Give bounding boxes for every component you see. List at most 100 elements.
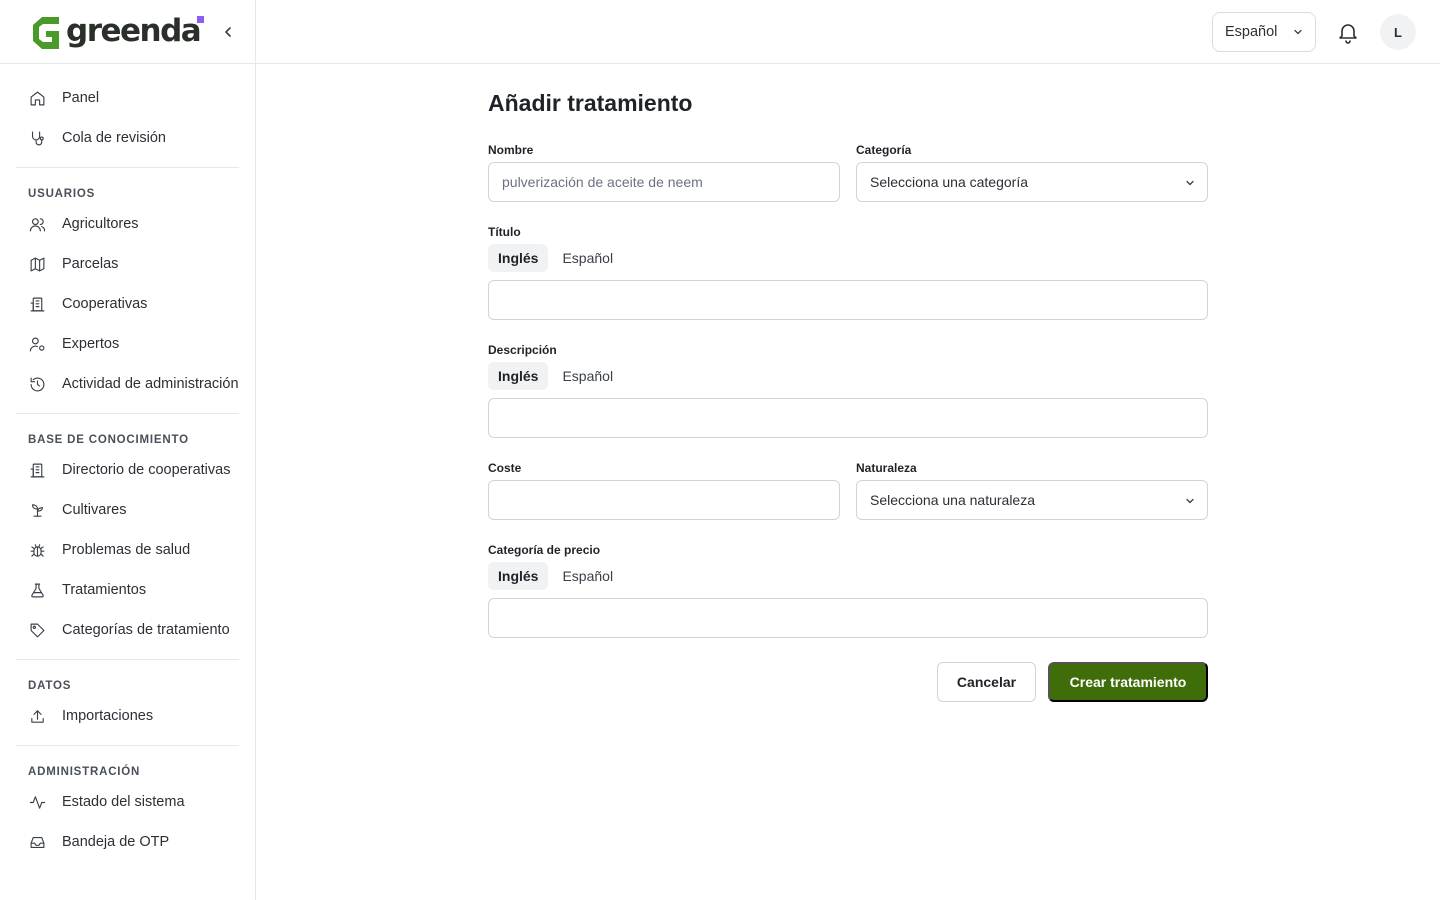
collapse-sidebar-button[interactable]: [218, 22, 238, 42]
cancel-button[interactable]: Cancelar: [937, 662, 1036, 702]
nature-label: Naturaleza: [856, 461, 917, 475]
nav-group-title: ADMINISTRACIÓN: [28, 766, 141, 778]
nav-group-title: USUARIOS: [28, 188, 96, 200]
sprout-icon: [28, 501, 46, 519]
tab-spanish[interactable]: Español: [552, 244, 623, 272]
tab-spanish[interactable]: Español: [552, 562, 623, 590]
sidebar-item-label: Problemas de salud: [62, 542, 191, 558]
name-label: Nombre: [488, 143, 534, 157]
notifications-button[interactable]: [1336, 20, 1360, 44]
logo-bar: greenda: [0, 0, 255, 64]
sidebar-nav: Panel Cola de revisión USUARIOS Agricult…: [0, 64, 255, 871]
sidebar-item-label: Tratamientos: [62, 582, 147, 598]
category-label: Categoría: [856, 143, 912, 157]
home-icon: [28, 89, 46, 107]
sidebar-item-label: Directorio de cooperativas: [62, 462, 231, 478]
bell-icon: [1339, 24, 1357, 44]
bug-icon: [28, 541, 46, 559]
sidebar-item-review-queue[interactable]: Cola de revisión: [16, 118, 239, 158]
topbar: Español L: [256, 0, 1440, 64]
inbox-icon: [28, 833, 46, 851]
category-select-value: Selecciona una categoría: [870, 174, 1028, 190]
language-select-value: Español: [1225, 24, 1278, 40]
tab-spanish[interactable]: Español: [552, 362, 623, 390]
nav-group-main: Panel Cola de revisión: [16, 64, 239, 168]
user-cog-icon: [28, 335, 46, 353]
avatar[interactable]: L: [1380, 14, 1416, 50]
building-icon: [28, 461, 46, 479]
sidebar-item-cultivars[interactable]: Cultivares: [16, 490, 239, 530]
language-select[interactable]: Español: [1212, 12, 1316, 52]
sidebar-item-label: Panel: [62, 90, 100, 106]
sidebar-item-label: Expertos: [62, 336, 120, 352]
sidebar-item-label: Cultivares: [62, 502, 127, 518]
sidebar-item-label: Cooperativas: [62, 296, 148, 312]
nav-group-users: USUARIOS Agricultores Parcelas Cooperati…: [16, 168, 239, 414]
sidebar-item-label: Cola de revisión: [62, 130, 166, 146]
sidebar-item-otp-inbox[interactable]: Bandeja de OTP: [16, 822, 239, 862]
sidebar-item-farmers[interactable]: Agricultores: [16, 204, 239, 244]
price-category-input[interactable]: [488, 598, 1208, 638]
description-input[interactable]: [488, 398, 1208, 438]
page-title: Añadir tratamiento: [488, 90, 693, 116]
sidebar-item-label: Categorías de tratamiento: [62, 622, 230, 638]
sidebar-item-admin-activity[interactable]: Actividad de administración: [16, 364, 239, 404]
upload-icon: [28, 707, 46, 725]
flask-icon: [28, 581, 46, 599]
brand-name: greenda: [66, 13, 202, 49]
nav-group-title: DATOS: [28, 680, 72, 692]
tab-english[interactable]: Inglés: [488, 244, 549, 272]
nav-group-administration: ADMINISTRACIÓN Estado del sistema Bandej…: [16, 746, 239, 871]
cost-input[interactable]: [488, 480, 840, 520]
tag-icon: [28, 621, 46, 639]
nature-select-value: Selecciona una naturaleza: [870, 492, 1036, 508]
sidebar-item-health-problems[interactable]: Problemas de salud: [16, 530, 239, 570]
sidebar-item-treatment-categories[interactable]: Categorías de tratamiento: [16, 610, 239, 650]
nature-select[interactable]: Selecciona una naturaleza: [856, 480, 1208, 520]
activity-icon: [28, 793, 46, 811]
sidebar-item-experts[interactable]: Expertos: [16, 324, 239, 364]
nav-group-data: DATOS Importaciones: [16, 660, 239, 746]
sidebar-item-plots[interactable]: Parcelas: [16, 244, 239, 284]
title-input[interactable]: [488, 280, 1208, 320]
title-language-tabs: Inglés Español: [488, 244, 623, 272]
sidebar: greenda Panel Cola de revisión USUARIOS …: [0, 0, 256, 900]
create-treatment-button[interactable]: Crear tratamiento: [1048, 662, 1208, 702]
name-input[interactable]: pulverización de aceite de neem: [488, 162, 840, 202]
sidebar-item-system-status[interactable]: Estado del sistema: [16, 782, 239, 822]
title-label: Título: [488, 225, 521, 239]
nav-group-knowledge-base: BASE DE CONOCIMIENTO Directorio de coope…: [16, 414, 239, 660]
sidebar-item-label: Bandeja de OTP: [62, 834, 170, 850]
sidebar-item-treatments[interactable]: Tratamientos: [16, 570, 239, 610]
chevron-down-icon: [1186, 180, 1194, 186]
chevron-left-icon: [225, 27, 231, 37]
greenda-logo-mark-icon: [33, 16, 59, 49]
tab-english[interactable]: Inglés: [488, 562, 549, 590]
brand-logo[interactable]: greenda: [28, 13, 202, 49]
sidebar-item-label: Importaciones: [62, 708, 154, 724]
name-input-placeholder: pulverización de aceite de neem: [502, 174, 703, 190]
chevron-down-icon: [1294, 29, 1302, 35]
price-category-language-tabs: Inglés Español: [488, 562, 623, 590]
sidebar-item-panel[interactable]: Panel: [16, 78, 239, 118]
price-category-label: Categoría de precio: [488, 543, 601, 557]
nav-group-title: BASE DE CONOCIMIENTO: [28, 434, 189, 446]
sidebar-item-cooperative-directory[interactable]: Directorio de cooperativas: [16, 450, 239, 490]
sidebar-item-label: Estado del sistema: [62, 794, 185, 810]
sidebar-item-label: Actividad de administración: [62, 376, 239, 392]
sidebar-item-label: Parcelas: [62, 256, 119, 272]
map-icon: [28, 255, 46, 273]
users-icon: [28, 215, 46, 233]
sidebar-item-label: Agricultores: [62, 216, 139, 232]
building-icon: [28, 295, 46, 313]
cost-label: Coste: [488, 461, 522, 475]
history-icon: [28, 375, 46, 393]
category-select[interactable]: Selecciona una categoría: [856, 162, 1208, 202]
stethoscope-icon: [28, 129, 46, 147]
sidebar-item-cooperatives[interactable]: Cooperativas: [16, 284, 239, 324]
tab-english[interactable]: Inglés: [488, 362, 549, 390]
sidebar-item-imports[interactable]: Importaciones: [16, 696, 239, 736]
chevron-down-icon: [1186, 498, 1194, 504]
brand-accent-dot: [197, 16, 204, 23]
description-label: Descripción: [488, 343, 557, 357]
